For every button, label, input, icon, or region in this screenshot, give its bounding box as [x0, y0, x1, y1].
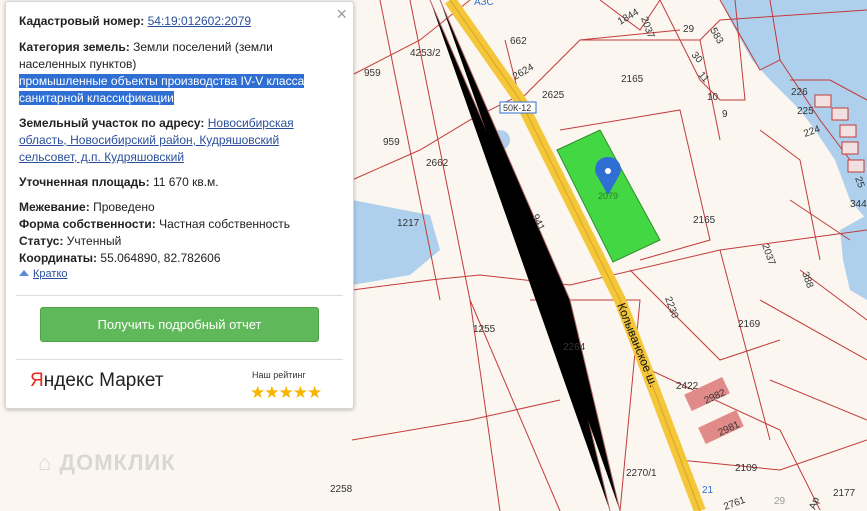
parcel-label: 2270/1: [626, 468, 657, 479]
road-badge-text: 50К-12: [503, 103, 531, 113]
ownership-row: Форма собственности: Частная собственнос…: [19, 216, 339, 233]
area-value: 11 670 кв.м.: [152, 175, 219, 189]
address-row: Земельный участок по адресу: Новосибирск…: [19, 115, 339, 166]
area-row: Уточненная площадь: 11 670 кв.м.: [19, 174, 339, 191]
coords-label: Координаты:: [19, 251, 98, 265]
parcel-label: 2165: [693, 215, 716, 226]
yandex-market-logo-y: Я: [30, 370, 44, 391]
survey-label: Межевание:: [19, 200, 90, 214]
parcel-label: 2258: [330, 484, 353, 495]
address-link[interactable]: Новосибирская: [208, 116, 294, 130]
ownership-label: Форма собственности:: [19, 217, 156, 231]
status-label: Статус:: [19, 234, 64, 248]
cadastral-number-link[interactable]: 54:19:012602:2079: [148, 14, 251, 28]
divider: [16, 295, 343, 296]
cadastral-row: Кадастровый номер: 54:19:012602:2079: [19, 13, 339, 30]
area-label: Уточненная площадь:: [19, 175, 150, 189]
parcel-label: 2264: [563, 342, 586, 353]
usage-text: промышленные объекты производства IV-V к…: [19, 74, 305, 88]
parcel-label: 2169: [738, 319, 761, 330]
survey-row: Межевание: Проведено: [19, 199, 339, 216]
divider: [16, 359, 343, 360]
brief-toggle[interactable]: Кратко: [19, 268, 68, 280]
rating-label: Наш рейтинг: [252, 370, 306, 380]
collapse-triangle-icon: [19, 270, 29, 276]
parcel-label: 662: [510, 36, 527, 47]
yandex-market-logo[interactable]: Яндекс Маркет: [30, 370, 164, 392]
status-row: Статус: Учтенный: [19, 233, 339, 250]
category-row: Категория земель: Земли поселений (земли…: [19, 39, 339, 107]
parcel-label: 21: [702, 485, 714, 496]
category-value: Земли поселений (земли: [133, 40, 273, 54]
parcel-label: 959: [383, 137, 400, 148]
yandex-market-logo-text: ндекс Маркет: [43, 370, 164, 391]
category-label: Категория земель:: [19, 40, 130, 54]
parcel-label: 225: [797, 106, 814, 117]
parcel-label: 29: [774, 496, 786, 507]
address-label: Земельный участок по адресу:: [19, 116, 205, 130]
house-icon: ⌂: [38, 450, 53, 475]
parcel-label: 2109: [735, 463, 758, 474]
category-value-cont: населенных пунктов): [19, 57, 137, 71]
domclick-watermark: ⌂ ДОМКЛИК: [38, 450, 176, 476]
parcel-label: 1217: [397, 218, 420, 229]
cadastral-label: Кадастровый номер:: [19, 14, 145, 28]
address-link-cont[interactable]: область, Новосибирский район, Кудряшовск…: [19, 133, 279, 147]
parcel-label: 29: [683, 24, 695, 35]
address-link-end[interactable]: сельсовет, д.п. Кудряшовский: [19, 150, 184, 164]
parcel-info-popup: × Кадастровый номер: 54:19:012602:2079 К…: [5, 1, 354, 409]
parcel-label: 2422: [676, 381, 699, 392]
parcel-label: 2079: [598, 191, 618, 201]
parcel-label: 10: [707, 92, 719, 103]
parcel-label: АЗС: [474, 0, 494, 8]
rating-stars-icon: ★★★★★: [250, 383, 322, 402]
survey-value: Проведено: [93, 200, 155, 214]
get-report-button[interactable]: Получить подробный отчет: [40, 307, 319, 342]
parcel-label: 2662: [426, 158, 449, 169]
coords-value: 55.064890, 82.782606: [100, 251, 221, 265]
coords-row: Координаты: 55.064890, 82.782606: [19, 250, 339, 267]
watermark-text: ДОМКЛИК: [59, 450, 176, 475]
parcel-label: 344: [850, 199, 867, 210]
ownership-value: Частная собственность: [159, 217, 291, 231]
parcel-label: 2177: [833, 488, 856, 499]
parcel-label: 2165: [621, 74, 644, 85]
parcel-label: 226: [791, 87, 808, 98]
parcel-label: 9: [722, 109, 728, 120]
usage-text-cont: санитарной классификации: [19, 91, 174, 105]
parcel-label: 959: [364, 68, 381, 79]
road-badge: 50К-12: [499, 101, 537, 114]
status-value: Учтенный: [66, 234, 122, 248]
parcel-label: 1255: [473, 324, 496, 335]
brief-link-label: Кратко: [33, 268, 68, 280]
parcel-label: 2625: [542, 90, 565, 101]
parcel-label: 4253/2: [410, 48, 441, 59]
